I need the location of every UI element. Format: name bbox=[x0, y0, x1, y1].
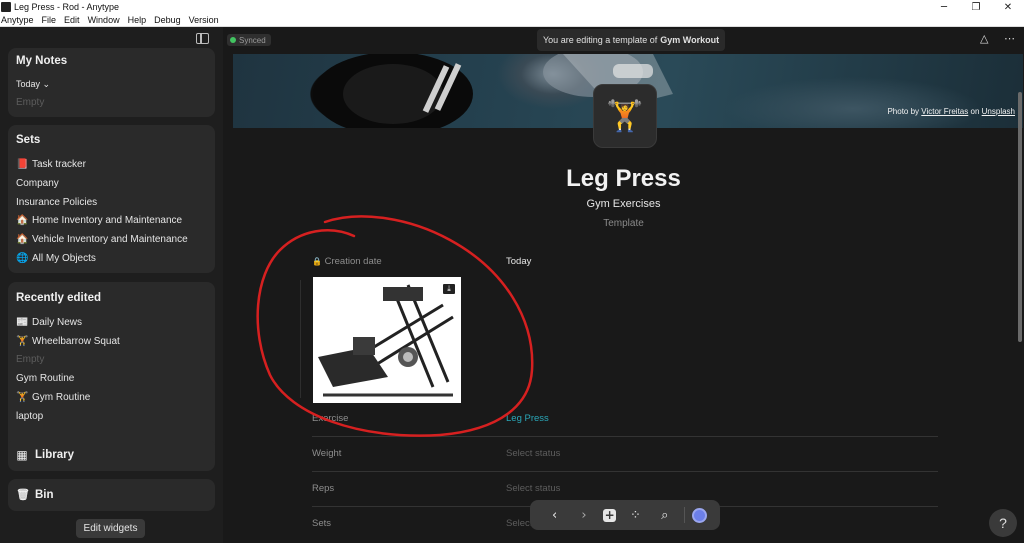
widget-my-notes: My Notes Today ⌄ Empty bbox=[8, 48, 215, 117]
leg-press-machine-art bbox=[318, 284, 454, 397]
empty-label: Empty bbox=[16, 97, 45, 108]
widget-library[interactable]: ▦ Library bbox=[8, 439, 215, 471]
recent-item-gym-routine[interactable]: Gym Routine bbox=[16, 373, 74, 384]
library-label: Library bbox=[35, 449, 74, 461]
menu-debug[interactable]: Debug bbox=[154, 15, 181, 25]
prop-label-sets: Sets bbox=[312, 518, 332, 529]
forward-arrow-icon[interactable]: › bbox=[574, 508, 594, 523]
prop-label-creation-date: 🔒 Creation date bbox=[312, 256, 382, 267]
globe-icon: 🌐 bbox=[16, 253, 29, 264]
widget-recently-edited: Recently edited 📰 Daily News 🏋 Wheelbarrow… bbox=[8, 282, 215, 458]
sync-status-badge[interactable]: Synced bbox=[227, 34, 271, 46]
lock-icon: 🔒 bbox=[312, 257, 322, 266]
graph-icon[interactable]: ⁘ bbox=[625, 508, 645, 523]
menu-help[interactable]: Help bbox=[128, 15, 147, 25]
prop-label-exercise: Exercise bbox=[312, 413, 349, 424]
prop-label-reps: Reps bbox=[312, 483, 335, 494]
download-icon[interactable]: ⤓ bbox=[442, 283, 456, 295]
help-button[interactable]: ? bbox=[989, 509, 1017, 537]
book-icon: 📕 bbox=[16, 159, 29, 170]
main-content: Synced You are editing a template of Gym… bbox=[223, 27, 1024, 543]
sidebar-item-vehicle-inventory[interactable]: 🏠 Vehicle Inventory and Maintenance bbox=[16, 234, 188, 245]
add-object-icon[interactable]: + bbox=[603, 508, 617, 522]
search-icon[interactable]: ⌕ bbox=[655, 508, 675, 523]
sidebar-item-company[interactable]: Company bbox=[16, 178, 59, 189]
object-icon[interactable]: 🏋 bbox=[593, 84, 657, 148]
prop-value-weight[interactable]: Select status bbox=[506, 448, 560, 459]
menu-window[interactable]: Window bbox=[88, 15, 120, 25]
weightlifter-icon: 🏋 bbox=[16, 392, 29, 403]
close-button[interactable]: ✕ bbox=[992, 2, 1024, 13]
library-icon: ▦ bbox=[16, 448, 28, 462]
back-arrow-icon[interactable]: ‹ bbox=[545, 508, 565, 523]
bin-label: Bin bbox=[35, 488, 54, 501]
menu-edit[interactable]: Edit bbox=[64, 15, 80, 25]
sidebar-item-home-inventory[interactable]: 🏠 Home Inventory and Maintenance bbox=[16, 215, 182, 226]
house-icon: 🏠 bbox=[16, 234, 29, 245]
newspaper-icon: 📰 bbox=[16, 317, 29, 328]
bottom-toolbar: ‹ › + ⁘ ⌕ bbox=[530, 500, 720, 530]
prop-label-weight: Weight bbox=[312, 448, 342, 459]
window-title: Leg Press - Rod - Anytype bbox=[14, 2, 120, 12]
scrollbar[interactable] bbox=[1018, 92, 1022, 342]
recent-item-wheelbarrow-squat[interactable]: 🏋 Wheelbarrow Squat bbox=[16, 336, 120, 347]
window-titlebar: Leg Press - Rod - Anytype ─ ❐ ✕ bbox=[0, 0, 1024, 14]
recent-item-daily-news[interactable]: 📰 Daily News bbox=[16, 317, 82, 328]
maximize-button[interactable]: ❐ bbox=[960, 2, 992, 13]
sidebar-toggle-icon[interactable] bbox=[196, 33, 209, 44]
prop-value-creation-date: Today bbox=[506, 256, 532, 267]
toolbar-separator bbox=[684, 507, 686, 523]
sidebar-item-task-tracker[interactable]: 📕 Task tracker bbox=[16, 159, 86, 170]
widget-title[interactable]: My Notes bbox=[16, 55, 67, 67]
edit-widgets-button[interactable]: Edit widgets bbox=[76, 519, 145, 538]
block-drag-handle[interactable] bbox=[300, 280, 304, 398]
profile-dot-icon[interactable] bbox=[694, 509, 706, 521]
page-title[interactable]: Leg Press bbox=[223, 165, 1024, 193]
prop-value-reps[interactable]: Select status bbox=[506, 483, 560, 494]
menu-anytype[interactable]: Anytype bbox=[1, 15, 34, 25]
recent-item-empty[interactable]: Empty bbox=[16, 354, 44, 365]
menu-version[interactable]: Version bbox=[189, 15, 219, 25]
sidebar-item-all-objects[interactable]: 🌐 All My Objects bbox=[16, 253, 96, 264]
triangle-nodes-icon[interactable]: △ bbox=[980, 32, 988, 45]
prop-value-exercise[interactable]: Leg Press bbox=[506, 413, 549, 424]
house-icon: 🏠 bbox=[16, 215, 29, 226]
menu-bar: Anytype File Edit Window Help Debug Vers… bbox=[0, 14, 1024, 27]
leg-press-image[interactable]: ⤓ bbox=[313, 277, 461, 403]
template-banner: You are editing a template of Gym Workou… bbox=[537, 29, 726, 51]
sidebar: My Notes Today ⌄ Empty Sets 📕 Task tracke… bbox=[0, 27, 223, 543]
menu-file[interactable]: File bbox=[42, 15, 57, 25]
page-type-label[interactable]: Template bbox=[223, 218, 1024, 229]
widget-sets: Sets 📕 Task tracker Company Insurance Pol… bbox=[8, 125, 215, 273]
synced-dot-icon bbox=[230, 37, 236, 43]
credit-author-link[interactable]: Victor Freitas bbox=[921, 107, 968, 116]
divider bbox=[312, 471, 938, 472]
cover-credit: Photo by Victor Freitas on Unsplash bbox=[887, 107, 1015, 116]
credit-source-link[interactable]: Unsplash bbox=[982, 107, 1015, 116]
widget-title[interactable]: Recently edited bbox=[16, 292, 101, 304]
recent-item-laptop[interactable]: laptop bbox=[16, 411, 43, 422]
more-icon[interactable]: ⋯ bbox=[1004, 32, 1015, 45]
page-subtitle[interactable]: Gym Exercises bbox=[223, 198, 1024, 210]
weightlifter-icon: 🏋 bbox=[16, 336, 29, 347]
widget-title[interactable]: Sets bbox=[16, 134, 40, 146]
recent-item-gym-routine-2[interactable]: 🏋 Gym Routine bbox=[16, 392, 90, 403]
widget-bin[interactable]: 🗑 Bin bbox=[8, 479, 215, 511]
minimize-button[interactable]: ─ bbox=[928, 2, 960, 13]
sidebar-item-insurance[interactable]: Insurance Policies bbox=[16, 197, 97, 208]
bin-icon: 🗑 bbox=[16, 488, 30, 501]
today-filter[interactable]: Today ⌄ bbox=[16, 79, 50, 90]
anytype-app-icon bbox=[1, 2, 11, 12]
divider bbox=[312, 436, 938, 437]
